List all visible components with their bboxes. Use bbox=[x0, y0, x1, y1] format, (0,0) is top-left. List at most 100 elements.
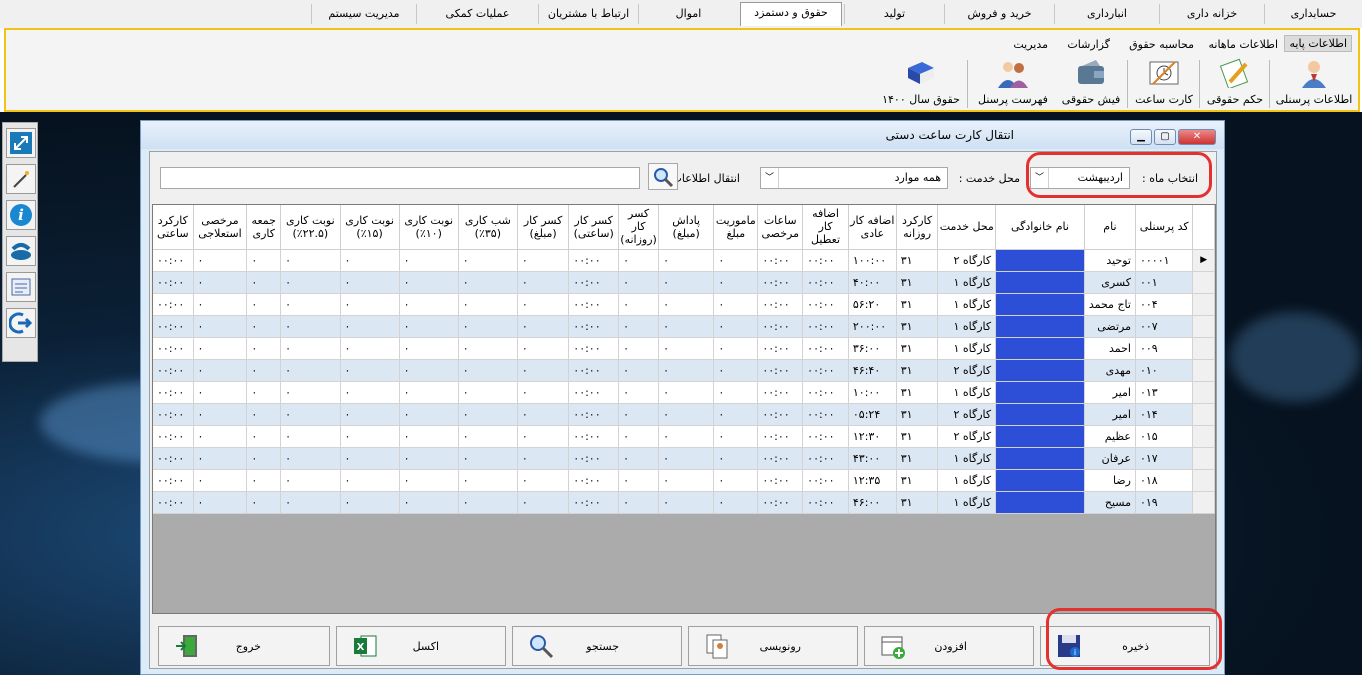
minimize-button[interactable]: ▁ bbox=[1130, 129, 1152, 145]
table-row[interactable]: ۰۱۳ امیر کارگاه ۱ ۳۱ ۱۰:۰۰ ۰۰:۰۰ ۰۰:۰۰ ۰ ۰ ۰ ۰۰:۰۰… bbox=[153, 381, 1215, 404]
cell-family-name[interactable] bbox=[995, 249, 1085, 272]
cell-friday[interactable]: ۰ bbox=[246, 425, 282, 448]
cell-night-shift[interactable]: ۰ bbox=[458, 469, 518, 492]
search-button[interactable]: جستجو bbox=[512, 626, 682, 666]
cell-hourly[interactable]: ۰۰:۰۰ bbox=[153, 381, 194, 404]
cell-shift-15[interactable]: ۰ bbox=[340, 403, 400, 426]
cell-mission[interactable]: ۰ bbox=[713, 381, 759, 404]
table-row[interactable]: ۰۱۰ مهدی کارگاه ۲ ۳۱ ۴۶:۴۰ ۰۰:۰۰ ۰۰:۰۰ ۰ ۰ ۰ ۰۰:۰۰… bbox=[153, 359, 1215, 382]
cell-shift-22[interactable]: ۰ bbox=[280, 425, 341, 448]
cell-friday[interactable]: ۰ bbox=[246, 293, 282, 316]
cell-mission[interactable]: ۰ bbox=[713, 359, 759, 382]
cell-holiday-ot[interactable]: ۰۰:۰۰ bbox=[802, 491, 849, 514]
cell-shift-15[interactable]: ۰ bbox=[340, 491, 400, 514]
cell-family-name[interactable] bbox=[995, 315, 1085, 338]
table-row[interactable]: ۰۱۷ عرفان کارگاه ۱ ۳۱ ۴۳:۰۰ ۰۰:۰۰ ۰۰:۰۰ ۰ ۰ ۰ ۰۰:۰… bbox=[153, 447, 1215, 470]
cell-shift-15[interactable]: ۰ bbox=[340, 315, 400, 338]
salary-1400-button[interactable]: حقوق سال ۱۴۰۰ bbox=[878, 58, 964, 110]
cell-shift-10[interactable]: ۰ bbox=[399, 359, 459, 382]
cell-deduct-hours[interactable]: ۰۰:۰۰ bbox=[568, 293, 620, 316]
row-header[interactable] bbox=[1192, 469, 1215, 492]
cell-shift-15[interactable]: ۰ bbox=[340, 447, 400, 470]
cell-days[interactable]: ۳۱ bbox=[896, 271, 939, 294]
cell-shift-10[interactable]: ۰ bbox=[399, 337, 459, 360]
column-header[interactable]: نوبت کاری (۱۰٪) bbox=[399, 205, 459, 250]
cell-sick-leave[interactable]: ۰ bbox=[193, 447, 248, 470]
cell-deduct-hours[interactable]: ۰۰:۰۰ bbox=[568, 491, 620, 514]
cell-overtime[interactable]: ۳۶:۰۰ bbox=[848, 337, 897, 360]
cell-mission[interactable]: ۰ bbox=[713, 425, 759, 448]
cell-shift-22[interactable]: ۰ bbox=[280, 337, 341, 360]
cell-shift-10[interactable]: ۰ bbox=[399, 293, 459, 316]
cell-deduct-days[interactable]: ۰ bbox=[618, 381, 660, 404]
cell-shift-15[interactable]: ۰ bbox=[340, 425, 400, 448]
cell-deduct-days[interactable]: ۰ bbox=[618, 491, 660, 514]
cell-hourly[interactable]: ۰۰:۰۰ bbox=[153, 359, 194, 382]
cell-shift-22[interactable]: ۰ bbox=[280, 381, 341, 404]
cell-mission[interactable]: ۰ bbox=[713, 271, 759, 294]
column-header[interactable]: جمعه کاری bbox=[246, 205, 282, 250]
cell-sick-leave[interactable]: ۰ bbox=[193, 293, 248, 316]
cell-deduct-hours[interactable]: ۰۰:۰۰ bbox=[568, 271, 620, 294]
column-header[interactable]: اضافه کار عادی bbox=[848, 205, 897, 250]
cell-code[interactable]: ۰۱۴ bbox=[1135, 403, 1194, 426]
table-row[interactable]: ▶ ۰۰۰۰۱ توحید کارگاه ۲ ۳۱ ۱۰۰:۰۰ ۰۰:۰۰ ۰۰:۰۰ ۰ ۰ ۰… bbox=[153, 249, 1215, 272]
cell-deduct-days[interactable]: ۰ bbox=[618, 447, 660, 470]
cell-name[interactable]: مسیح bbox=[1084, 491, 1136, 514]
cell-sick-leave[interactable]: ۰ bbox=[193, 271, 248, 294]
cell-overtime[interactable]: ۴۳:۰۰ bbox=[848, 447, 897, 470]
cell-holiday-ot[interactable]: ۰۰:۰۰ bbox=[802, 425, 849, 448]
cell-deduct-days[interactable]: ۰ bbox=[618, 249, 660, 272]
cell-overtime[interactable]: ۰۵:۲۴ bbox=[848, 403, 897, 426]
cell-bonus[interactable]: ۰ bbox=[658, 425, 715, 448]
cell-shift-10[interactable]: ۰ bbox=[399, 403, 459, 426]
cell-shift-22[interactable]: ۰ bbox=[280, 447, 341, 470]
cell-name[interactable]: مهدی bbox=[1084, 359, 1136, 382]
cell-shift-10[interactable]: ۰ bbox=[399, 249, 459, 272]
cell-holiday-ot[interactable]: ۰۰:۰۰ bbox=[802, 447, 849, 470]
cell-hourly[interactable]: ۰۰:۰۰ bbox=[153, 491, 194, 514]
cell-night-shift[interactable]: ۰ bbox=[458, 271, 518, 294]
cell-holiday-ot[interactable]: ۰۰:۰۰ bbox=[802, 315, 849, 338]
cell-site[interactable]: کارگاه ۲ bbox=[937, 425, 997, 448]
cell-friday[interactable]: ۰ bbox=[246, 337, 282, 360]
cell-code[interactable]: ۰۱۸ bbox=[1135, 469, 1194, 492]
cell-code[interactable]: ۰۰۷ bbox=[1135, 315, 1194, 338]
cell-site[interactable]: کارگاه ۱ bbox=[937, 381, 997, 404]
column-header[interactable]: محل خدمت bbox=[937, 205, 997, 250]
cell-family-name[interactable] bbox=[995, 337, 1085, 360]
cell-deduct-amount[interactable]: ۰ bbox=[517, 271, 570, 294]
cell-leave-hours[interactable]: ۰۰:۰۰ bbox=[757, 491, 804, 514]
current-row-indicator[interactable]: ▶ bbox=[1192, 249, 1215, 272]
cell-leave-hours[interactable]: ۰۰:۰۰ bbox=[757, 337, 804, 360]
cell-deduct-hours[interactable]: ۰۰:۰۰ bbox=[568, 315, 620, 338]
cell-night-shift[interactable]: ۰ bbox=[458, 293, 518, 316]
cell-days[interactable]: ۳۱ bbox=[896, 425, 939, 448]
cell-sick-leave[interactable]: ۰ bbox=[193, 381, 248, 404]
cell-shift-22[interactable]: ۰ bbox=[280, 315, 341, 338]
cell-hourly[interactable]: ۰۰:۰۰ bbox=[153, 447, 194, 470]
cell-friday[interactable]: ۰ bbox=[246, 359, 282, 382]
subtab-management[interactable]: مدیریت bbox=[1013, 38, 1048, 51]
cell-days[interactable]: ۳۱ bbox=[896, 447, 939, 470]
cell-overtime[interactable]: ۲۰۰:۰۰ bbox=[848, 315, 897, 338]
cell-deduct-days[interactable]: ۰ bbox=[618, 337, 660, 360]
cell-code[interactable]: ۰۱۰ bbox=[1135, 359, 1194, 382]
cell-mission[interactable]: ۰ bbox=[713, 249, 759, 272]
cell-deduct-hours[interactable]: ۰۰:۰۰ bbox=[568, 403, 620, 426]
cell-night-shift[interactable]: ۰ bbox=[458, 359, 518, 382]
cell-days[interactable]: ۳۱ bbox=[896, 469, 939, 492]
cell-sick-leave[interactable]: ۰ bbox=[193, 249, 248, 272]
cell-name[interactable]: عرفان bbox=[1084, 447, 1136, 470]
cell-deduct-amount[interactable]: ۰ bbox=[517, 337, 570, 360]
cell-night-shift[interactable]: ۰ bbox=[458, 315, 518, 338]
cell-site[interactable]: کارگاه ۲ bbox=[937, 359, 997, 382]
cell-overtime[interactable]: ۱۲:۳۰ bbox=[848, 425, 897, 448]
cell-leave-hours[interactable]: ۰۰:۰۰ bbox=[757, 315, 804, 338]
cell-name[interactable]: عظیم bbox=[1084, 425, 1136, 448]
cell-deduct-hours[interactable]: ۰۰:۰۰ bbox=[568, 469, 620, 492]
add-button[interactable]: افزودن bbox=[864, 626, 1034, 666]
cell-hourly[interactable]: ۰۰:۰۰ bbox=[153, 337, 194, 360]
cell-bonus[interactable]: ۰ bbox=[658, 469, 715, 492]
row-header[interactable] bbox=[1192, 271, 1215, 294]
